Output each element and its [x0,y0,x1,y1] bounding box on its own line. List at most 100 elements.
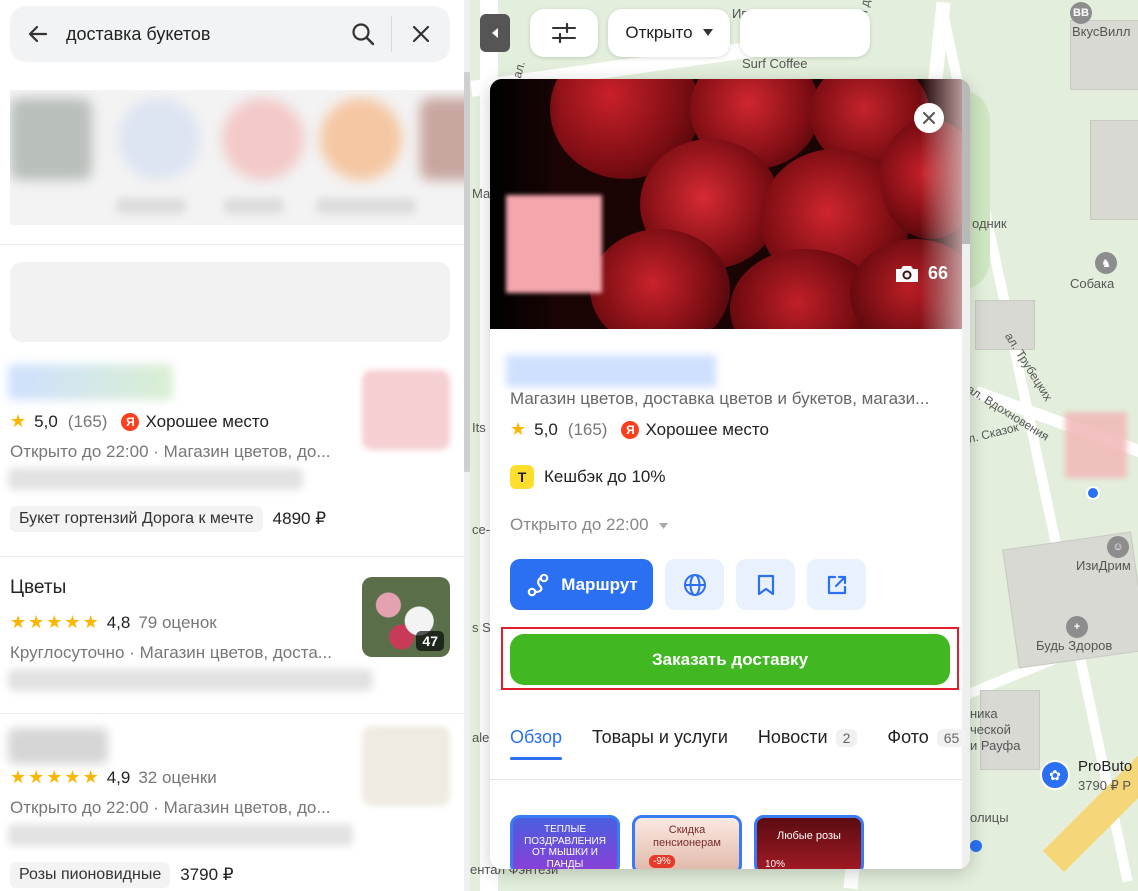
caret-down-icon [702,29,713,36]
route-label: Маршрут [561,574,638,594]
photo-count-button[interactable]: 66 [894,263,948,284]
org-actions: Маршрут [510,559,866,610]
tab-label: Товары и услуги [592,727,728,747]
promo-story[interactable]: ТЕПЛЫЕ ПОЗДРАВЛЕНИЯ ОТ МЫШКИ И ПАНДЫ [510,815,620,869]
result-status: Круглосуточно · Магазин цветов, доста... [10,643,332,662]
product-name[interactable]: Букет гортензий Дорога к мечте [10,506,263,532]
carousel-label [316,198,416,214]
back-arrow-icon[interactable] [10,6,66,62]
globe-icon [683,573,706,596]
map-label: одник [972,216,1007,231]
rating-value: 4,9 [106,767,131,787]
tbank-icon: T [510,465,534,489]
carousel-thumb[interactable] [222,98,304,180]
filters-button[interactable] [530,9,598,57]
map-label: Its [472,420,486,435]
promo-story[interactable]: Скидка пенсионерам -9% [632,815,742,869]
divider [0,244,464,245]
collapse-panel-button[interactable] [480,14,510,52]
result-title-blurred[interactable] [8,364,173,400]
org-logo[interactable] [506,195,602,293]
map-label: ИзиДрим [1076,558,1131,573]
category-carousel[interactable] [10,90,464,225]
map-blurred-pin[interactable] [1065,412,1127,478]
tab-products[interactable]: Товары и услуги [592,727,728,760]
carousel-thumb[interactable] [118,98,200,180]
product-name[interactable]: Розы пионовидные [10,862,171,888]
result-card[interactable]: ★ ★ ★ ★ ★ 4,9 32 оценки Открыто до 22:00… [0,714,464,891]
share-icon [827,575,846,594]
star-icon: ★ [46,767,63,787]
person-icon[interactable]: ☺ [1107,536,1129,558]
tab-label: Обзор [510,727,562,747]
result-card[interactable]: ★ 5,0 (165) Я Хорошее место Открыто до 2… [0,356,464,556]
result-photo[interactable]: 47 [362,577,450,657]
yandex-badge-icon: Я [121,412,140,431]
promo-text: ТЕПЛЫЕ ПОЗДРАВЛЕНИЯ ОТ МЫШКИ И ПАНДЫ [524,824,606,869]
filter-bar[interactable] [10,262,450,342]
open-now-dropdown[interactable]: Открыто [608,9,730,57]
close-icon [923,112,935,124]
tab-count: 65 [936,728,967,747]
vkusvill-icon[interactable]: ВВ [1070,2,1092,24]
result-photo[interactable] [362,370,450,450]
carousel-thumb[interactable] [10,98,92,180]
search-input[interactable]: доставка букетов [66,24,335,45]
carousel-label [224,198,284,214]
triangle-left-icon [492,28,498,38]
route-button[interactable]: Маршрут [510,559,653,610]
result-status: Открыто до 22:00 · Магазин цветов, до... [10,798,331,817]
bookmark-button[interactable] [736,559,795,610]
map-label: Собака [1070,276,1115,291]
result-rating: ★ ★ ★ ★ ★ 4,8 79 оценок [10,612,217,633]
result-title[interactable]: Цветы [10,577,66,599]
promo-discount: 10% [765,859,786,869]
promo-text: Любые розы [777,830,841,842]
star-icon: ★ [10,411,27,431]
card-scrollbar[interactable] [962,79,970,244]
close-card-button[interactable] [914,103,944,133]
org-rating[interactable]: ★ 5,0 (165) Я Хорошее место [510,419,769,440]
star-icon: ★ [10,612,27,632]
promo-story[interactable]: Любые розы 10% [754,815,864,869]
map-label: ника [970,706,998,721]
cashback-row[interactable]: T Кешбэк до 10% [510,465,666,489]
order-delivery-button[interactable]: Заказать доставку [510,634,950,685]
map-label: Ма [472,186,491,201]
yandex-badge-icon: Я [621,420,640,439]
result-photo[interactable] [362,726,450,806]
sliders-icon [552,22,576,44]
rating-value: 5,0 [534,419,558,439]
org-category: Магазин цветов, доставка цветов и букето… [510,389,930,408]
tab-overview[interactable]: Обзор [510,727,562,760]
pet-icon[interactable]: ♞ [1095,252,1117,274]
share-button[interactable] [807,559,866,610]
organization-card: 66 Магазин цветов, доставка цветов и бук… [490,79,970,869]
tab-news[interactable]: Новости 2 [758,727,858,760]
result-product[interactable]: Букет гортензий Дорога к мечте 4890 ₽ [10,506,326,532]
result-product[interactable]: Розы пионовидные 3790 ₽ [10,862,234,888]
promo-discount: -9% [649,855,675,868]
pharmacy-icon[interactable]: + [1066,616,1088,638]
website-button[interactable] [665,559,724,610]
map-dot-icon [970,840,982,852]
org-tabs: Обзор Товары и услуги Новости 2 Фото 65 [510,727,967,760]
filter-chip-empty[interactable] [740,9,870,57]
carousel-thumb[interactable] [420,98,464,180]
result-card[interactable]: Цветы 47 ★ ★ ★ ★ ★ 4,8 79 оценок Круглос… [0,557,464,713]
clear-search-icon[interactable] [392,6,450,62]
search-icon[interactable] [335,6,391,62]
map-label: ческой [970,722,1011,737]
hours-dropdown[interactable]: Открыто до 22:00 [510,515,669,535]
flower-shop-pin-icon[interactable]: ✿ [1040,760,1070,790]
map-label: ProButo [1078,758,1133,775]
map-building [1090,120,1138,220]
tab-photos[interactable]: Фото 65 [887,727,967,760]
caret-down-icon [659,523,669,529]
open-hours: Открыто до 22:00 [10,442,149,461]
result-title-blurred[interactable] [8,728,108,764]
result-address-blurred [8,669,373,691]
review-count: (165) [567,419,608,439]
promo-stories: ТЕПЛЫЕ ПОЗДРАВЛЕНИЯ ОТ МЫШКИ И ПАНДЫ Ски… [510,815,864,869]
carousel-thumb[interactable] [320,98,402,180]
